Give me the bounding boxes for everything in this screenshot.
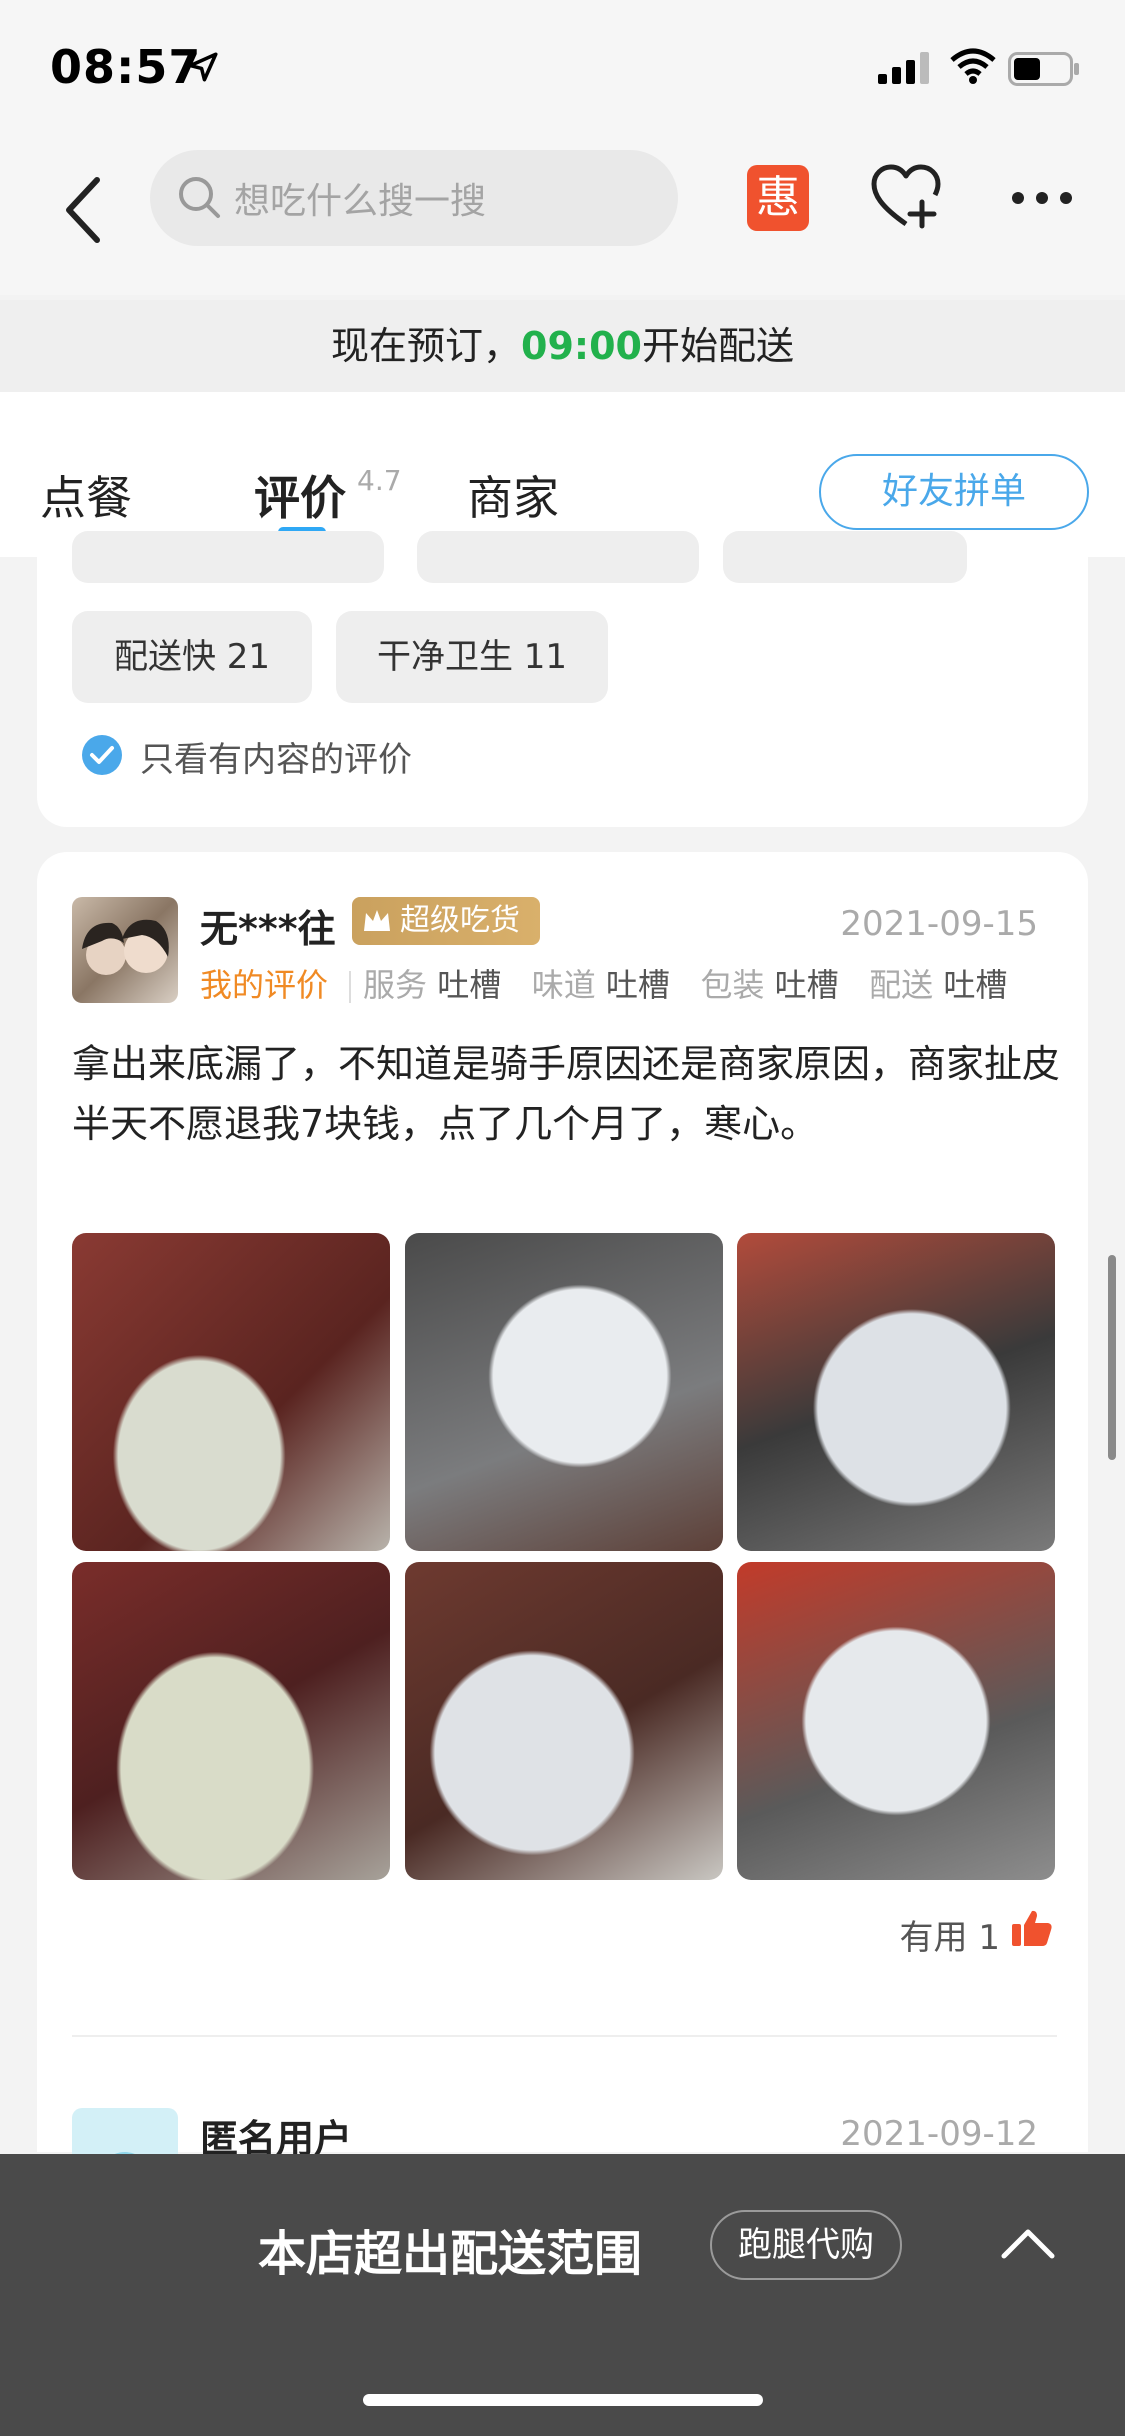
filter-tag-hidden[interactable]: [72, 531, 384, 583]
crown-icon: [364, 910, 390, 931]
rating-value: 吐槽: [774, 966, 839, 1004]
review-photo[interactable]: [405, 1233, 723, 1551]
out-of-range-text: 本店超出配送范围: [258, 2226, 643, 2282]
errand-button[interactable]: 跑腿代购: [710, 2210, 902, 2280]
tab-merchant[interactable]: 商家: [467, 462, 559, 528]
header: 想吃什么搜一搜 惠: [0, 140, 1125, 295]
review-photo[interactable]: [737, 1233, 1055, 1551]
back-icon[interactable]: [55, 170, 115, 250]
filter-tag-hidden[interactable]: [417, 531, 699, 583]
checkbox-checked-icon[interactable]: [81, 734, 123, 776]
divider: [72, 2035, 1057, 2037]
search-icon: [179, 177, 220, 218]
search-input[interactable]: 想吃什么搜一搜: [150, 150, 678, 246]
rating-label: 服务: [363, 966, 428, 1004]
rating-label: 包装: [700, 966, 765, 1004]
useful-text: 有用: [899, 1918, 968, 1958]
review-username: 无***往: [200, 907, 336, 951]
filter-tag-hidden[interactable]: [723, 531, 967, 583]
notice-time: 09:00: [521, 324, 642, 368]
rating-value: 吐槽: [943, 966, 1008, 1004]
review-photo[interactable]: [405, 1562, 723, 1880]
my-review-label: 我的评价: [200, 966, 329, 1004]
review-ratings: 服务 吐槽 味道 吐槽 包装 吐槽 配送 吐槽: [349, 960, 1007, 1006]
home-indicator: [363, 2394, 763, 2406]
review-date: 2021-09-15: [840, 904, 1038, 944]
notice-suffix: 开始配送: [641, 324, 794, 368]
vip-badge: 超级吃货卡: [352, 897, 540, 986]
only-content-label[interactable]: 只看有内容的评价: [140, 732, 412, 781]
favorite-add-icon[interactable]: [870, 162, 942, 232]
rating-label: 配送: [869, 966, 934, 1004]
rating-label: 味道: [531, 966, 596, 1004]
scrollbar[interactable]: [1108, 1255, 1116, 1460]
thumbs-up-icon[interactable]: [1011, 1908, 1053, 1948]
review-date: 2021-09-12: [840, 2114, 1038, 2154]
useful-label[interactable]: 有用 1: [900, 1910, 1000, 1959]
group-order-button[interactable]: 好友拼单: [819, 454, 1089, 530]
notice-prefix: 现在预订，: [331, 324, 522, 368]
review-photo[interactable]: [72, 1562, 390, 1880]
tab-order[interactable]: 点餐: [40, 462, 132, 528]
chevron-up-icon[interactable]: [1000, 2226, 1056, 2260]
status-time: 08:57: [50, 40, 202, 94]
filter-tag[interactable]: 配送快 21: [72, 611, 312, 703]
review-photo[interactable]: [737, 1562, 1055, 1880]
review-card: 无***往 超级吃货卡 2021-09-15 我的评价 服务 吐槽 味道 吐槽 …: [37, 852, 1088, 2214]
status-bar: 08:57: [0, 0, 1125, 140]
discount-button[interactable]: 惠: [747, 165, 809, 231]
rating-separator: [349, 971, 351, 1003]
useful-count: 1: [978, 1918, 1000, 1958]
preorder-notice: 现在预订，09:00开始配送: [0, 300, 1125, 392]
battery-icon: [1008, 52, 1079, 86]
search-placeholder: 想吃什么搜一搜: [234, 181, 487, 222]
rating-value: 吐槽: [437, 966, 502, 1004]
review-rating: 4.7: [357, 464, 402, 497]
cellular-signal-icon: [878, 52, 929, 84]
location-arrow-icon: [188, 52, 218, 82]
review-text: 拿出来底漏了，不知道是骑手原因还是商家原因，商家扯皮半天不愿退我7块钱，点了几个…: [72, 1042, 1061, 1146]
bottom-bar: 本店超出配送范围 跑腿代购: [0, 2154, 1125, 2436]
filter-card: 配送快 21 干净卫生 11 只看有内容的评价: [37, 531, 1088, 827]
tab-review[interactable]: 评价: [254, 462, 346, 528]
more-icon[interactable]: [1010, 190, 1074, 206]
wifi-icon: [950, 48, 996, 84]
rating-value: 吐槽: [605, 966, 670, 1004]
avatar[interactable]: [72, 897, 178, 1003]
avatar-image-icon: [82, 919, 169, 975]
review-photo[interactable]: [72, 1233, 390, 1551]
filter-tag[interactable]: 干净卫生 11: [336, 611, 608, 703]
